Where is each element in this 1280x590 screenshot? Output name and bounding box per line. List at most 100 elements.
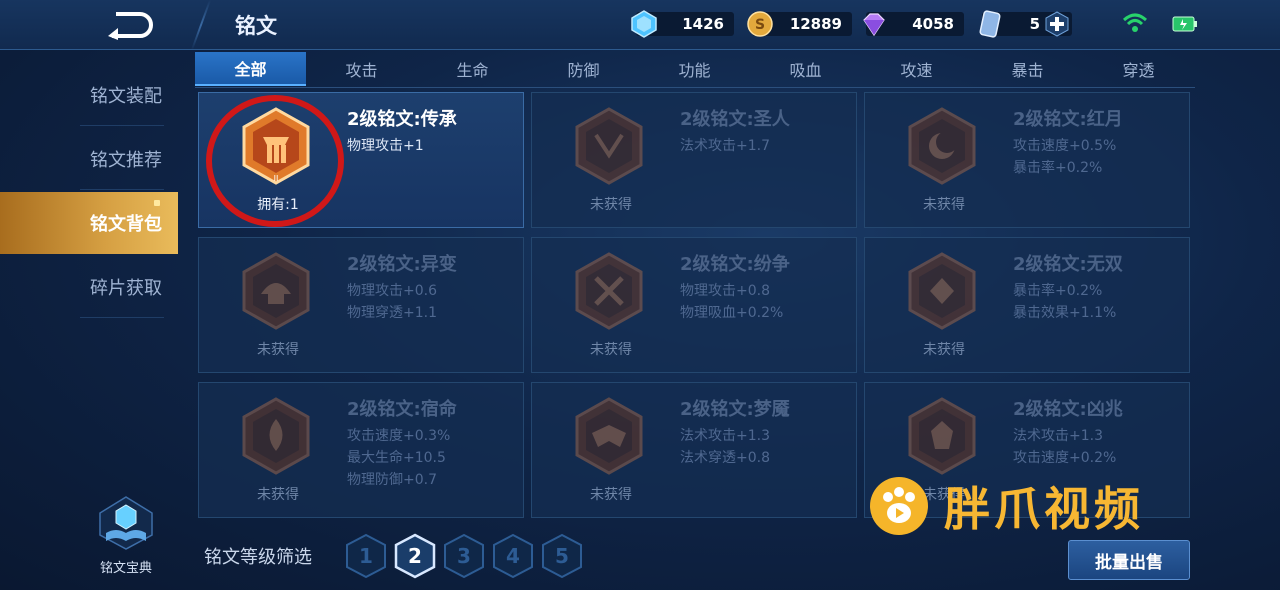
inscription-name: 2级铭文:传承	[347, 109, 457, 130]
stat-line: 攻击速度+0.2%	[1013, 450, 1117, 466]
stat-line: 法术攻击+1.3	[1013, 428, 1103, 444]
inscription-nightmare-icon	[575, 397, 643, 475]
level-filter-2[interactable]: 2	[393, 533, 437, 579]
level-filter-4[interactable]: 4	[491, 533, 535, 579]
tab-attack[interactable]: 攻击	[306, 52, 417, 86]
stat-line: 物理攻击+0.8	[680, 283, 770, 299]
divider	[80, 317, 164, 318]
stat-line: 攻击速度+0.3%	[347, 428, 451, 444]
divider	[80, 189, 164, 190]
status-not-obtained: 未获得	[923, 342, 965, 358]
sidebar-item-recommend[interactable]: 铭文推荐	[0, 128, 178, 190]
level-number: 1	[359, 544, 373, 568]
page-title: 铭文	[235, 14, 277, 38]
inscription-stats: 法术攻击+1.3 攻击速度+0.2%	[1013, 425, 1116, 469]
tab-utility[interactable]: 功能	[639, 52, 750, 86]
tab-all[interactable]: 全部	[195, 52, 306, 86]
category-tabs: 全部 攻击 生命 防御 功能 吸血 攻速 暴击 穿透	[195, 52, 1195, 88]
inscription-stats: 暴击率+0.2% 暴击效果+1.1%	[1013, 280, 1116, 324]
currency-crystal: 1426	[630, 10, 734, 38]
inscription-peerless-icon	[908, 252, 976, 330]
stat-line: 暴击率+0.2%	[1013, 283, 1103, 299]
inscription-strife-icon	[575, 252, 643, 330]
battery-icon	[1172, 16, 1197, 32]
inscription-stats: 攻击速度+0.5% 暴击率+0.2%	[1013, 135, 1116, 179]
status-not-obtained: 未获得	[590, 487, 632, 503]
inscription-stats: 法术攻击+1.3 法术穿透+0.8	[680, 425, 770, 469]
inscription-name: 2级铭文:纷争	[680, 254, 790, 275]
inscription-stats: 法术攻击+1.7	[680, 135, 770, 157]
codex-button[interactable]: 铭文宝典	[88, 495, 164, 576]
inscription-card[interactable]: 未获得 2级铭文:梦魇 法术攻击+1.3 法术穿透+0.8	[531, 382, 857, 518]
level-filter-1[interactable]: 1	[344, 533, 388, 579]
status-not-obtained: 未获得	[923, 197, 965, 213]
tab-health[interactable]: 生命	[417, 52, 528, 86]
sidebar-item-label: 铭文背包	[90, 214, 162, 235]
svg-text:II: II	[274, 174, 279, 183]
inscription-red-moon-icon	[908, 107, 976, 185]
currency-diamond: 4058	[860, 10, 964, 38]
inscription-stats: 攻击速度+0.3% 最大生命+10.5 物理防御+0.7	[347, 425, 450, 491]
status-not-obtained: 未获得	[257, 487, 299, 503]
inscription-name: 2级铭文:圣人	[680, 109, 790, 130]
stat-line: 法术攻击+1.3	[680, 428, 770, 444]
inscription-grid: II 拥有:1 2级铭文:传承 物理攻击+1 未获得 2级铭文:圣人 法术攻击+…	[198, 92, 1190, 522]
back-button[interactable]	[88, 6, 172, 44]
stat-line: 物理吸血+0.2%	[680, 305, 784, 321]
back-arrow-icon	[108, 12, 153, 40]
codex-label: 铭文宝典	[99, 561, 152, 576]
gold-coin-icon: S	[747, 11, 773, 37]
book-crystal-icon	[99, 496, 153, 550]
stat-line: 暴击率+0.2%	[1013, 160, 1103, 176]
tab-crit[interactable]: 暴击	[972, 52, 1083, 86]
inscription-name: 2级铭文:红月	[1013, 109, 1123, 130]
notification-dot	[154, 200, 160, 206]
inscription-mutation-icon	[242, 252, 310, 330]
inscription-card[interactable]: 未获得 2级铭文:红月 攻击速度+0.5% 暴击率+0.2%	[864, 92, 1190, 228]
inscription-card[interactable]: 未获得 2级铭文:圣人 法术攻击+1.7	[531, 92, 857, 228]
stat-line: 物理攻击+1	[347, 138, 424, 154]
status-not-obtained: 未获得	[257, 342, 299, 358]
tab-defense[interactable]: 防御	[528, 52, 639, 86]
level-number: 2	[408, 544, 422, 568]
level-filter-3[interactable]: 3	[442, 533, 486, 579]
sidebar-item-equip[interactable]: 铭文装配	[0, 64, 178, 126]
wifi-icon	[1122, 13, 1148, 32]
inscription-name: 2级铭文:无双	[1013, 254, 1123, 275]
stat-line: 物理穿透+1.1	[347, 305, 437, 321]
inscription-card[interactable]: 未获得 2级铭文:无双 暴击率+0.2% 暴击效果+1.1%	[864, 237, 1190, 373]
inscription-name: 2级铭文:梦魇	[680, 399, 790, 420]
add-icon[interactable]	[1044, 11, 1070, 37]
level-filter-5[interactable]: 5	[540, 533, 584, 579]
sidebar-item-bag[interactable]: 铭文背包	[0, 192, 178, 254]
sidebar-item-label: 铭文装配	[90, 86, 162, 107]
tab-attack-speed[interactable]: 攻速	[861, 52, 972, 86]
currency-card: 5	[976, 10, 1072, 38]
sidebar-item-fragments[interactable]: 碎片获取	[0, 256, 178, 318]
tab-lifesteal[interactable]: 吸血	[750, 52, 861, 86]
inscription-card[interactable]: 未获得 2级铭文:纷争 物理攻击+0.8 物理吸血+0.2%	[531, 237, 857, 373]
paw-logo-icon	[870, 477, 928, 535]
watermark: 胖爪视频	[870, 476, 1144, 536]
inscription-card[interactable]: 未获得 2级铭文:异变 物理攻击+0.6 物理穿透+1.1	[198, 237, 524, 373]
sidebar-item-label: 碎片获取	[90, 278, 162, 299]
stat-line: 法术攻击+1.7	[680, 138, 770, 154]
sidebar-item-label: 铭文推荐	[90, 150, 162, 171]
status-not-obtained: 未获得	[590, 342, 632, 358]
inscription-stats: 物理攻击+0.6 物理穿透+1.1	[347, 280, 437, 324]
inscription-card[interactable]: II 拥有:1 2级铭文:传承 物理攻击+1	[198, 92, 524, 228]
level-number: 4	[506, 544, 520, 568]
inscription-inheritance-icon: II	[242, 107, 310, 185]
stat-line: 暴击效果+1.1%	[1013, 305, 1117, 321]
bulk-sell-button[interactable]: 批量出售	[1068, 540, 1190, 580]
stat-line: 最大生命+10.5	[347, 450, 446, 466]
top-bar: 铭文 1426 S 12889 4058 5	[0, 0, 1280, 50]
tab-penetration[interactable]: 穿透	[1083, 52, 1194, 86]
inscription-stats: 物理攻击+1	[347, 135, 424, 157]
watermark-text: 胖爪视频	[944, 482, 1144, 536]
svg-text:S: S	[755, 17, 765, 33]
inscription-stats: 物理攻击+0.8 物理吸血+0.2%	[680, 280, 783, 324]
stat-line: 物理攻击+0.6	[347, 283, 437, 299]
inscription-name: 2级铭文:凶兆	[1013, 399, 1123, 420]
inscription-card[interactable]: 未获得 2级铭文:宿命 攻击速度+0.3% 最大生命+10.5 物理防御+0.7	[198, 382, 524, 518]
